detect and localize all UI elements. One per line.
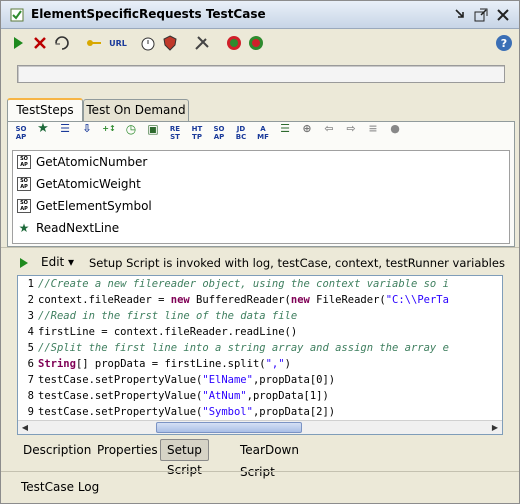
script-description: Setup Script is invoked with log, testCa…	[89, 256, 505, 270]
testcase-log-bar[interactable]: TestCase Log	[1, 471, 519, 503]
edit-menu-button[interactable]: Edit ▾	[41, 255, 74, 269]
loadtest-icon[interactable]	[225, 34, 243, 52]
tools-icon[interactable]	[193, 34, 211, 52]
step-label: ReadNextLine	[36, 221, 120, 235]
code-line: firstLine = context.fileReader.readLine(…	[38, 326, 298, 338]
testcase-icon	[10, 8, 24, 22]
line-number: 3	[27, 310, 34, 322]
cancel-icon[interactable]	[31, 34, 49, 52]
split-divider[interactable]	[1, 247, 519, 251]
testcase-log-label: TestCase Log	[21, 480, 100, 494]
add-delay-step-icon[interactable]: ◷	[122, 123, 140, 145]
horizontal-scrollbar[interactable]: ◀ ▶	[18, 420, 502, 434]
code-line: context.fileReader = new BufferedReader(…	[38, 294, 449, 306]
groovy-step-icon: ★	[17, 221, 31, 235]
maximize-icon[interactable]	[473, 7, 489, 23]
tab-teardown-script[interactable]: TearDown Script	[234, 439, 305, 479]
add-soap-step-icon[interactable]: SO AP	[12, 125, 30, 145]
window-title: ElementSpecificRequests TestCase	[31, 7, 266, 21]
list-item[interactable]: SO AP GetAtomicNumber	[17, 153, 147, 171]
teststeps-list: SO AP GetAtomicNumber SO AP GetAtomicWei…	[12, 150, 510, 244]
list-item[interactable]: SO AP GetElementSymbol	[17, 197, 152, 215]
line-number-gutter: 1 2 3 4 5 6 7 8 9	[18, 276, 36, 422]
progress-bar	[17, 65, 505, 83]
list-item[interactable]: ★ ReadNextLine	[17, 219, 119, 237]
code-line: testCase.setPropertyValue("AtNum",propDa…	[38, 390, 329, 402]
scrollbar-thumb[interactable]	[156, 422, 302, 433]
step-label: GetAtomicNumber	[36, 155, 148, 169]
line-number: 6	[27, 358, 34, 370]
script-toolbar: Edit ▾ Setup Script is invoked with log,…	[1, 253, 519, 273]
scroll-left-icon[interactable]: ◀	[19, 422, 31, 434]
close-icon[interactable]	[495, 7, 511, 23]
shield-icon[interactable]	[161, 34, 179, 52]
add-properties-step-icon[interactable]: ☰	[56, 123, 74, 145]
code-line: testCase.setPropertyValue("ElName",propD…	[38, 374, 336, 386]
code-line: String[] propData = firstLine.split(",")	[38, 358, 291, 370]
line-number: 2	[27, 294, 34, 306]
title-bar: ElementSpecificRequests TestCase	[1, 1, 519, 29]
add-property-transfer-icon[interactable]: ⇩	[78, 123, 96, 145]
teststeps-panel: SO AP ★ ☰ ⇩ +↕ ◷ ▣ RE ST HT TP SO AP JD …	[7, 121, 515, 247]
line-number: 7	[27, 374, 34, 386]
disable-step-icon[interactable]: ≡	[364, 123, 382, 145]
tab-test-on-demand[interactable]: Test On Demand	[83, 99, 189, 121]
list-item[interactable]: SO AP GetAtomicWeight	[17, 175, 141, 193]
security-test-icon[interactable]	[247, 34, 265, 52]
tab-teststeps[interactable]: TestSteps	[7, 98, 83, 122]
list-icon[interactable]: ☰	[276, 123, 294, 145]
add-rest-step-icon[interactable]: RE ST	[166, 125, 184, 145]
line-number: 9	[27, 406, 34, 418]
add-groovy-step-icon[interactable]: ★	[34, 122, 52, 145]
line-number: 1	[27, 278, 34, 290]
step-label: GetElementSymbol	[36, 199, 152, 213]
timer-icon[interactable]	[139, 34, 157, 52]
soap-step-icon: SO AP	[17, 155, 31, 169]
soap-step-icon: SO AP	[17, 177, 31, 191]
code-line: //Create a new filereader object, using …	[38, 278, 449, 290]
plugin-icon[interactable]: ⊕	[298, 123, 316, 145]
add-jdbc-step-icon[interactable]: JD BC	[232, 125, 250, 145]
code-line: //Split the first line into a string arr…	[38, 342, 449, 354]
svg-text:?: ?	[501, 37, 507, 50]
move-up-icon[interactable]: ⇦	[320, 123, 338, 145]
record-icon[interactable]: ●	[386, 123, 404, 145]
line-number: 5	[27, 342, 34, 354]
add-amf-step-icon[interactable]: A MF	[254, 125, 272, 145]
tab-properties[interactable]: Properties	[91, 439, 164, 461]
soap-step-icon: SO AP	[17, 199, 31, 213]
code-line: //Read in the first line of the data fil…	[38, 310, 298, 322]
line-number: 8	[27, 390, 34, 402]
help-icon[interactable]: ?	[495, 34, 513, 52]
run-icon[interactable]	[9, 34, 27, 52]
code-line: testCase.setPropertyValue("Symbol",propD…	[38, 406, 336, 418]
minimize-icon[interactable]	[453, 7, 469, 23]
tab-description[interactable]: Description	[17, 439, 97, 461]
add-http-step-icon[interactable]: HT TP	[188, 125, 206, 145]
run-script-icon[interactable]	[17, 256, 31, 270]
move-down-icon[interactable]: ⇨	[342, 123, 360, 145]
add-conditional-goto-icon[interactable]: +↕	[100, 125, 118, 145]
testcase-window: ElementSpecificRequests TestCase URL ? T…	[0, 0, 520, 504]
loop-icon[interactable]	[53, 34, 71, 52]
add-run-testcase-icon[interactable]: ▣	[144, 123, 162, 145]
url-button[interactable]: URL	[107, 34, 129, 52]
scroll-right-icon[interactable]: ▶	[489, 422, 501, 434]
testcase-toolbar: URL ?	[1, 30, 519, 56]
setup-script-editor[interactable]: 1 2 3 4 5 6 7 8 9 //Create a new filerea…	[17, 275, 503, 435]
step-label: GetAtomicWeight	[36, 177, 141, 191]
line-number: 4	[27, 326, 34, 338]
tab-setup-script[interactable]: Setup Script	[160, 439, 209, 477]
add-mock-response-icon[interactable]: SO AP	[210, 125, 228, 145]
key-icon[interactable]	[85, 34, 103, 52]
